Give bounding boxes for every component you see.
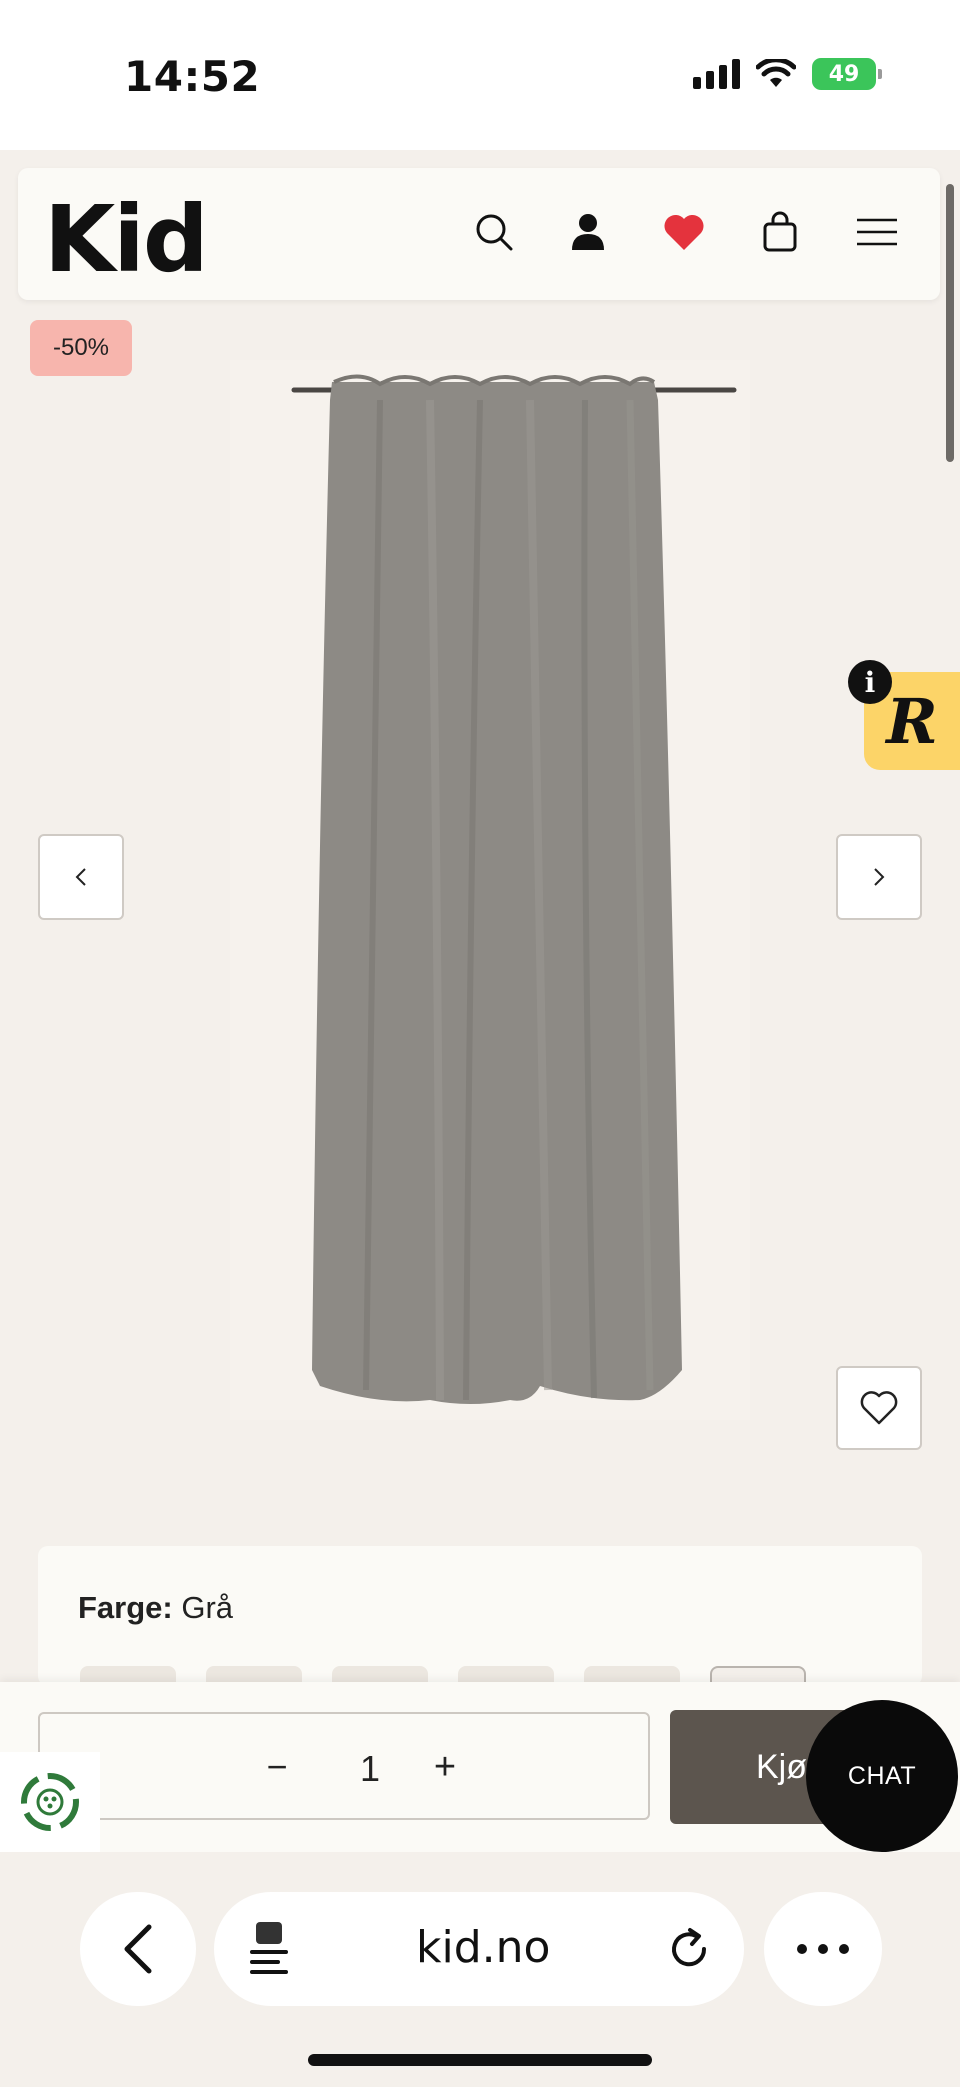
color-label-title: Farge:	[78, 1590, 173, 1625]
color-selector: Farge: Grå	[38, 1546, 922, 1686]
reload-icon[interactable]	[666, 1926, 712, 1972]
quantity-stepper: − 1 +	[38, 1712, 650, 1820]
address-bar[interactable]: kid.no	[214, 1892, 744, 2006]
chat-button[interactable]: CHAT	[806, 1700, 958, 1852]
minus-icon: −	[266, 1746, 288, 1787]
quantity-value[interactable]: 1	[360, 1748, 380, 1790]
back-arrow-icon	[124, 1924, 152, 1974]
discount-badge: -50%	[30, 320, 132, 376]
color-label: Farge: Grå	[78, 1590, 233, 1626]
decrease-quantity-button[interactable]: −	[252, 1742, 302, 1792]
battery-icon: 49	[812, 58, 882, 90]
more-options-button[interactable]	[764, 1892, 882, 2006]
url-text: kid.no	[416, 1922, 551, 1973]
color-value: Grå	[181, 1590, 234, 1625]
status-time: 14:52	[124, 52, 261, 101]
browser-back-button[interactable]	[80, 1892, 196, 2006]
review-widget-logo: R	[886, 684, 938, 758]
chevron-left-icon	[75, 868, 86, 886]
increase-quantity-button[interactable]: +	[420, 1742, 470, 1792]
home-indicator[interactable]	[308, 2054, 652, 2066]
battery-level: 49	[828, 61, 860, 87]
user-icon[interactable]	[564, 208, 612, 256]
plus-icon: +	[433, 1745, 457, 1788]
kid-logo[interactable]: Kid	[44, 186, 209, 293]
next-image-button[interactable]	[836, 834, 922, 920]
bag-icon[interactable]	[756, 208, 804, 256]
info-icon[interactable]: i	[848, 660, 892, 704]
reader-mode-icon[interactable]	[248, 1922, 294, 1978]
status-bar: 14:52 49	[0, 0, 960, 150]
scrollbar-thumb[interactable]	[946, 184, 954, 462]
heart-icon[interactable]	[660, 208, 708, 256]
previous-image-button[interactable]	[38, 834, 124, 920]
more-dots-icon	[797, 1944, 849, 1954]
wifi-icon	[756, 59, 796, 87]
chevron-right-icon	[874, 868, 885, 886]
status-icons: 49	[693, 58, 882, 90]
product-image[interactable]	[230, 360, 750, 1420]
heart-outline-icon	[860, 1391, 898, 1425]
cellular-signal-icon	[693, 59, 740, 89]
menu-icon[interactable]	[850, 208, 904, 256]
add-to-wishlist-button[interactable]	[836, 1366, 922, 1450]
browser-toolbar: kid.no	[0, 1852, 960, 2087]
site-header: Kid	[18, 168, 940, 300]
search-icon[interactable]	[470, 208, 518, 256]
eco-badge-icon[interactable]	[0, 1752, 100, 1852]
